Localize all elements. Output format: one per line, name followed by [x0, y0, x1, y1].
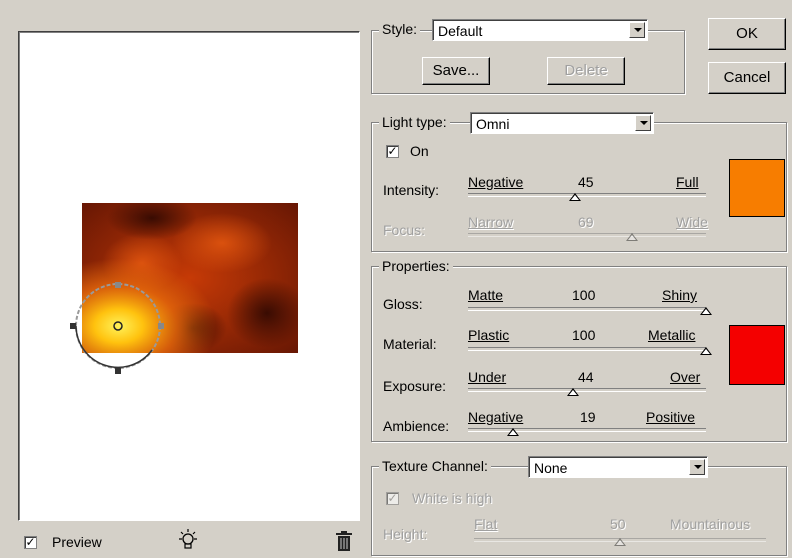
gloss-value: 100 [572, 287, 596, 303]
on-label: On [410, 143, 429, 159]
ambience-min-label: Negative [468, 409, 524, 425]
light-type-label: Light type: [379, 114, 450, 130]
intensity-label: Intensity: [383, 182, 440, 198]
ambience-value: 19 [580, 409, 596, 425]
exposure-max-label: Over [670, 369, 701, 385]
focus-label: Focus: [383, 222, 426, 238]
exposure-value: 44 [578, 369, 594, 385]
gloss-slider-track[interactable] [468, 307, 706, 311]
texture-channel-label: Texture Channel: [379, 458, 491, 474]
exposure-slider-thumb[interactable] [566, 388, 579, 396]
chevron-down-icon[interactable] [629, 22, 645, 38]
light-type-value: Omni [476, 116, 510, 132]
chevron-down-icon[interactable] [635, 115, 651, 131]
height-max-label: Mountainous [670, 516, 751, 532]
height-slider-thumb[interactable] [614, 538, 626, 546]
intensity-value: 45 [578, 174, 594, 190]
ambience-label: Ambience: [383, 418, 450, 434]
ambience-slider-thumb[interactable] [507, 428, 520, 436]
material-max-label: Metallic [648, 327, 696, 343]
texture-channel-value: None [534, 460, 568, 476]
ambience-max-label: Positive [646, 409, 696, 425]
material-color-swatch[interactable] [729, 325, 785, 385]
focus-max-label: Wide [676, 214, 708, 230]
gloss-min-label: Matte [468, 287, 504, 303]
material-value: 100 [572, 327, 596, 343]
cancel-button[interactable]: Cancel [708, 62, 786, 94]
on-checkbox[interactable]: ✓ [386, 145, 399, 158]
gloss-slider-thumb[interactable] [700, 307, 712, 315]
preview-label: Preview [52, 534, 102, 550]
gloss-label: Gloss: [383, 296, 423, 312]
ambience-slider-track[interactable] [468, 428, 706, 432]
chevron-down-icon[interactable] [689, 459, 705, 475]
save-button[interactable]: Save... [422, 57, 490, 85]
focus-slider-thumb[interactable] [626, 233, 639, 241]
delete-button[interactable]: Delete [547, 57, 625, 85]
height-label: Height: [383, 526, 428, 542]
texture-group [371, 466, 787, 556]
light-type-dropdown[interactable]: Omni [470, 112, 654, 134]
lightbulb-icon[interactable] [176, 528, 200, 552]
ok-button[interactable]: OK [708, 18, 786, 50]
exposure-label: Exposure: [383, 378, 447, 394]
material-slider-track[interactable] [468, 347, 706, 351]
white-is-high-label: White is high [412, 490, 493, 506]
style-label: Style: [379, 21, 421, 37]
light-color-swatch[interactable] [729, 159, 785, 217]
height-value: 50 [610, 516, 626, 532]
intensity-slider-track[interactable] [468, 193, 706, 197]
trash-icon[interactable] [334, 530, 354, 552]
preview-checkbox[interactable]: ✓ [24, 536, 37, 549]
focus-slider-track[interactable] [468, 233, 706, 237]
material-min-label: Plastic [468, 327, 510, 343]
material-label: Material: [383, 336, 437, 352]
properties-title: Properties: [379, 258, 453, 274]
gloss-max-label: Shiny [662, 287, 698, 303]
material-slider-thumb[interactable] [700, 347, 712, 355]
height-min-label: Flat [474, 516, 498, 532]
white-is-high-checkbox[interactable]: ✓ [386, 492, 399, 505]
intensity-slider-thumb[interactable] [569, 193, 582, 201]
light-handle[interactable] [60, 270, 180, 385]
style-dropdown[interactable]: Default [432, 19, 648, 41]
exposure-min-label: Under [468, 369, 507, 385]
intensity-max-label: Full [676, 174, 699, 190]
focus-value: 69 [578, 214, 594, 230]
style-value: Default [438, 23, 483, 39]
focus-min-label: Narrow [468, 214, 514, 230]
intensity-min-label: Negative [468, 174, 524, 190]
exposure-slider-track[interactable] [468, 388, 706, 392]
texture-channel-dropdown[interactable]: None [528, 456, 708, 478]
